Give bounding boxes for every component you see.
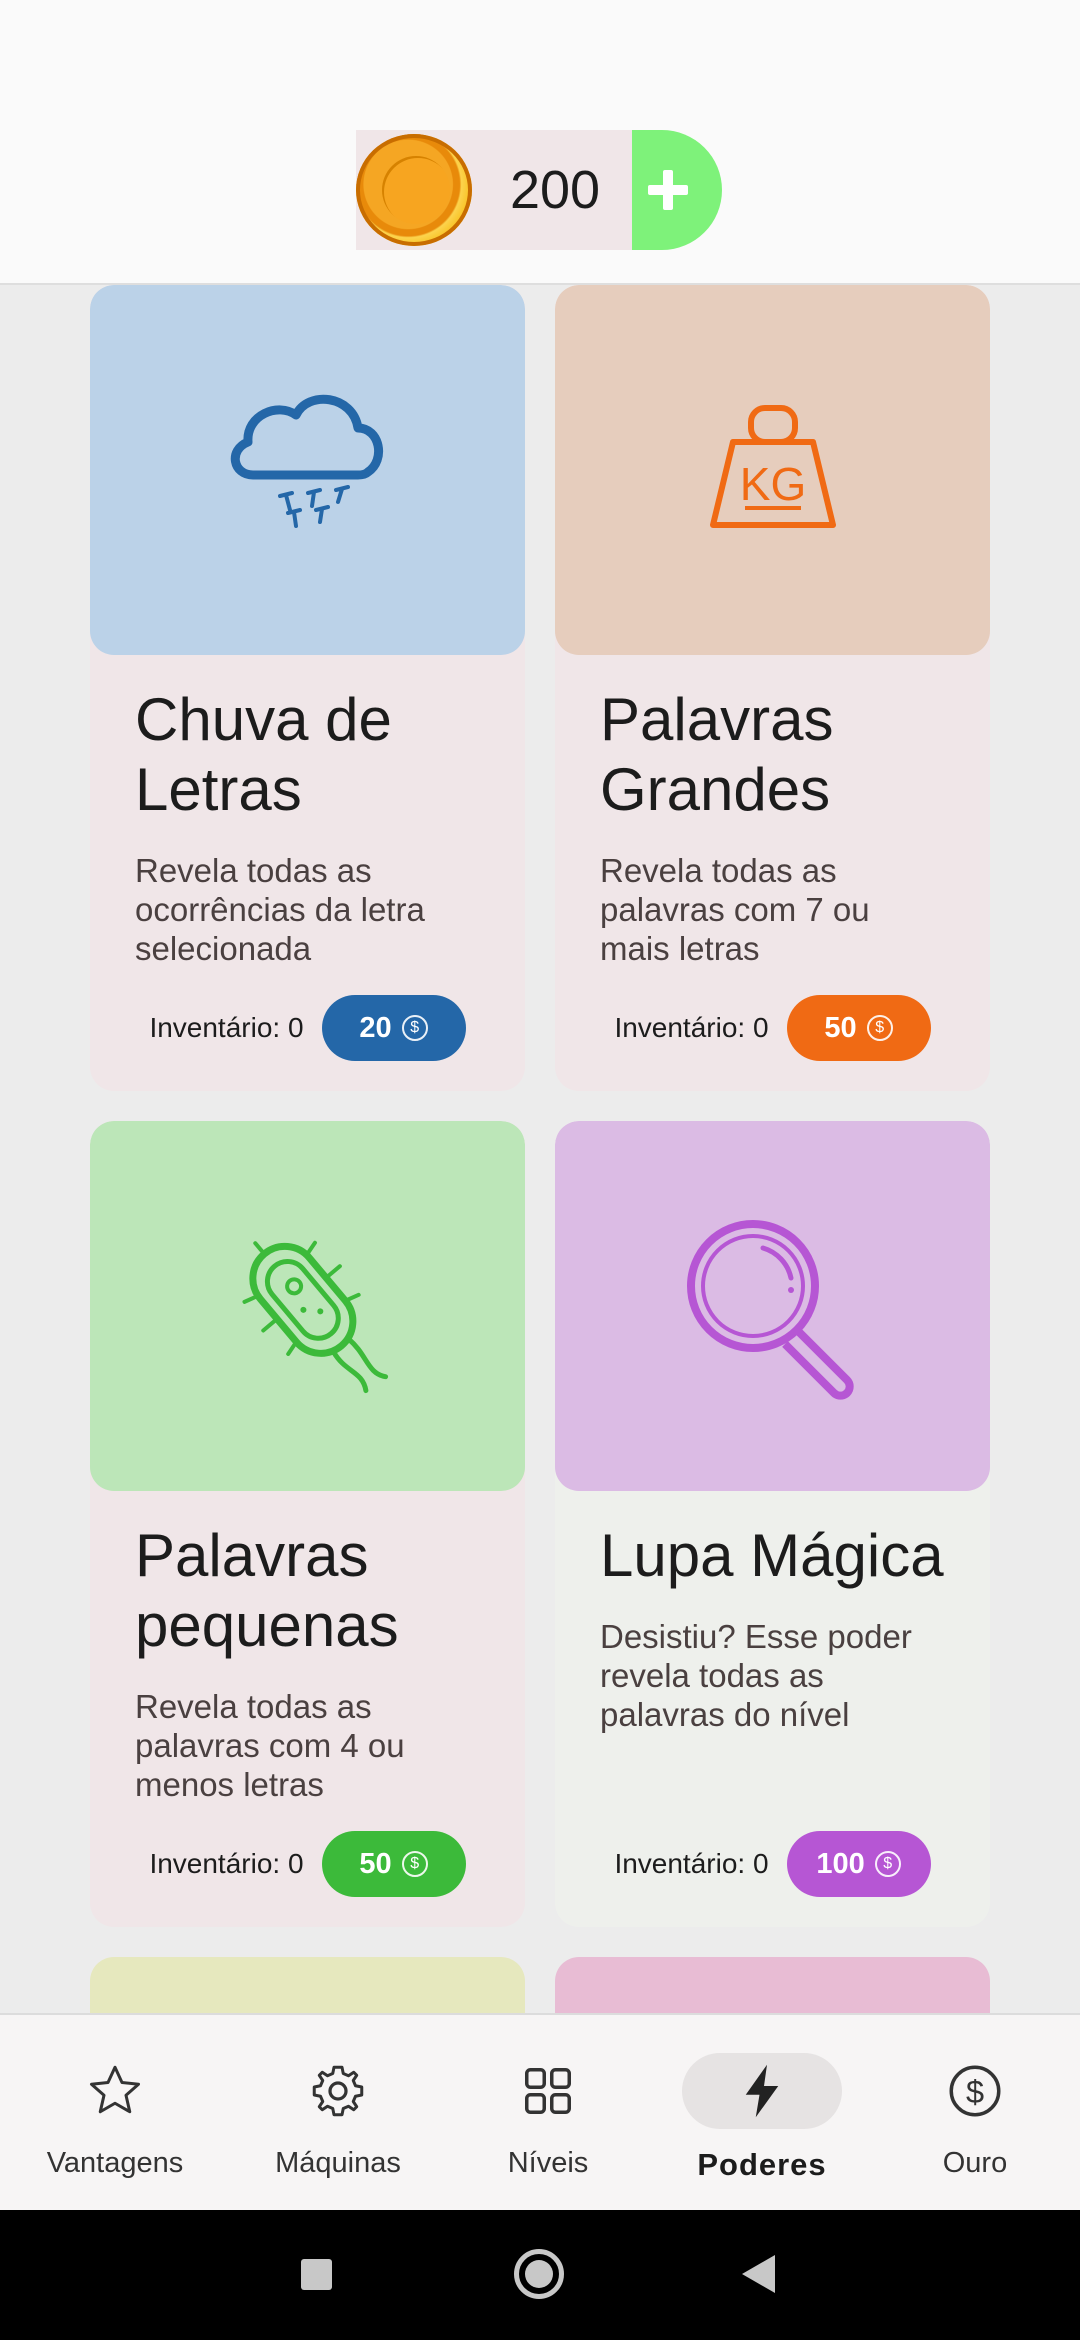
nav-item-ouro[interactable]: $ Ouro (885, 2015, 1065, 2212)
power-card-palavras-grandes: KG Palavras Grandes Revela todas as pala… (555, 285, 990, 1091)
kg-weight-icon: KG (709, 405, 836, 528)
svg-text:KG: KG (739, 458, 805, 510)
power-footer: Inventário: 0 50 $ (555, 995, 990, 1061)
power-card-chuva-de-letras: Chuva de Letras Revela todas as ocorrênc… (90, 285, 525, 1091)
power-card-lupa-magica: Lupa Mágica Desistiu? Esse poder revela … (555, 1121, 990, 1927)
buy-button[interactable]: 50 $ (321, 1831, 466, 1897)
power-title: Lupa Mágica (600, 1522, 944, 1589)
power-info: Palavras Grandes Revela todas as palavra… (555, 655, 990, 1091)
power-footer: Inventário: 0 20 $ (90, 995, 525, 1061)
price-label: 20 (359, 1011, 392, 1044)
power-image: KG (555, 285, 990, 655)
power-card-palavras-pequenas: Palavras pequenas Revela todas as palavr… (90, 1121, 525, 1927)
power-info: Chuva de Letras Revela todas as ocorrênc… (90, 655, 525, 1091)
dollar-coin-icon: $ (949, 2065, 1001, 2117)
grid-icon (525, 2068, 571, 2114)
buy-button[interactable]: 100 $ (786, 1831, 931, 1897)
square-recents-icon[interactable] (301, 2259, 332, 2290)
nav-item-niveis[interactable]: Níveis (458, 2015, 638, 2212)
magnifying-glass-icon (686, 1220, 854, 1400)
dollar-coin-icon: $ (874, 1851, 901, 1877)
gold-coin-icon (356, 134, 472, 246)
power-description: Revela todas as ocorrências da letra sel… (135, 852, 425, 967)
nav-label: Níveis (507, 2147, 589, 2179)
price-label: 50 (824, 1011, 857, 1044)
inventory-count: Inventário: 0 (149, 1012, 304, 1043)
top-header: 200 (0, 0, 1080, 283)
nav-item-poderes[interactable]: Poderes (672, 2015, 852, 2212)
inventory-count: Inventário: 0 (614, 1012, 769, 1043)
power-info: Palavras pequenas Revela todas as palavr… (90, 1491, 525, 1927)
power-footer: Inventário: 0 100 $ (555, 1831, 990, 1897)
price-label: 50 (359, 1847, 392, 1880)
power-card-partial[interactable] (555, 1957, 990, 2013)
power-title: Palavras Grandes (600, 686, 834, 823)
svg-text:$: $ (966, 2074, 984, 2110)
nav-label: Poderes (697, 2147, 827, 2182)
buy-button[interactable]: 50 $ (786, 995, 931, 1061)
power-image (90, 285, 525, 655)
lightning-icon (745, 2064, 779, 2118)
power-description: Revela todas as palavras com 4 ou menos … (135, 1688, 405, 1803)
nav-item-maquinas[interactable]: Máquinas (248, 2015, 428, 2212)
nav-item-vantagens[interactable]: Vantagens (25, 2015, 205, 2212)
bottom-navigation: Vantagens Máquinas Níveis Poderes $ Ouro (0, 2013, 1080, 2210)
add-coins-button[interactable] (632, 130, 722, 250)
triangle-back-icon[interactable] (742, 2255, 775, 2293)
power-footer: Inventário: 0 50 $ (90, 1831, 525, 1897)
power-image (555, 1121, 990, 1491)
power-title: Palavras pequenas (135, 1522, 399, 1659)
price-label: 100 (816, 1847, 865, 1880)
dollar-coin-icon: $ (401, 1851, 428, 1877)
power-info: Lupa Mágica Desistiu? Esse poder revela … (555, 1491, 990, 1927)
gear-icon (312, 2065, 364, 2117)
power-description: Revela todas as palavras com 7 ou mais l… (600, 852, 870, 967)
buy-button[interactable]: 20 $ (321, 995, 466, 1061)
inventory-count: Inventário: 0 (149, 1848, 304, 1879)
bacteria-icon (241, 1240, 388, 1394)
power-card-partial[interactable] (90, 1957, 525, 2013)
star-icon (90, 2065, 140, 2114)
letter-rain-cloud-icon (230, 394, 383, 528)
power-description: Desistiu? Esse poder revela todas as pal… (600, 1618, 912, 1733)
circle-home-icon[interactable] (514, 2249, 564, 2299)
nav-label: Vantagens (46, 2147, 184, 2179)
inventory-count: Inventário: 0 (614, 1848, 769, 1879)
dollar-coin-icon: $ (866, 1015, 893, 1041)
power-title: Chuva de Letras (135, 686, 392, 823)
coin-balance: 200 (509, 160, 601, 220)
nav-label: Máquinas (275, 2147, 401, 2179)
dollar-coin-icon: $ (401, 1015, 428, 1041)
nav-label: Ouro (942, 2147, 1008, 2179)
power-image (90, 1121, 525, 1491)
powers-list[interactable]: Chuva de Letras Revela todas as ocorrênc… (0, 283, 1080, 2013)
